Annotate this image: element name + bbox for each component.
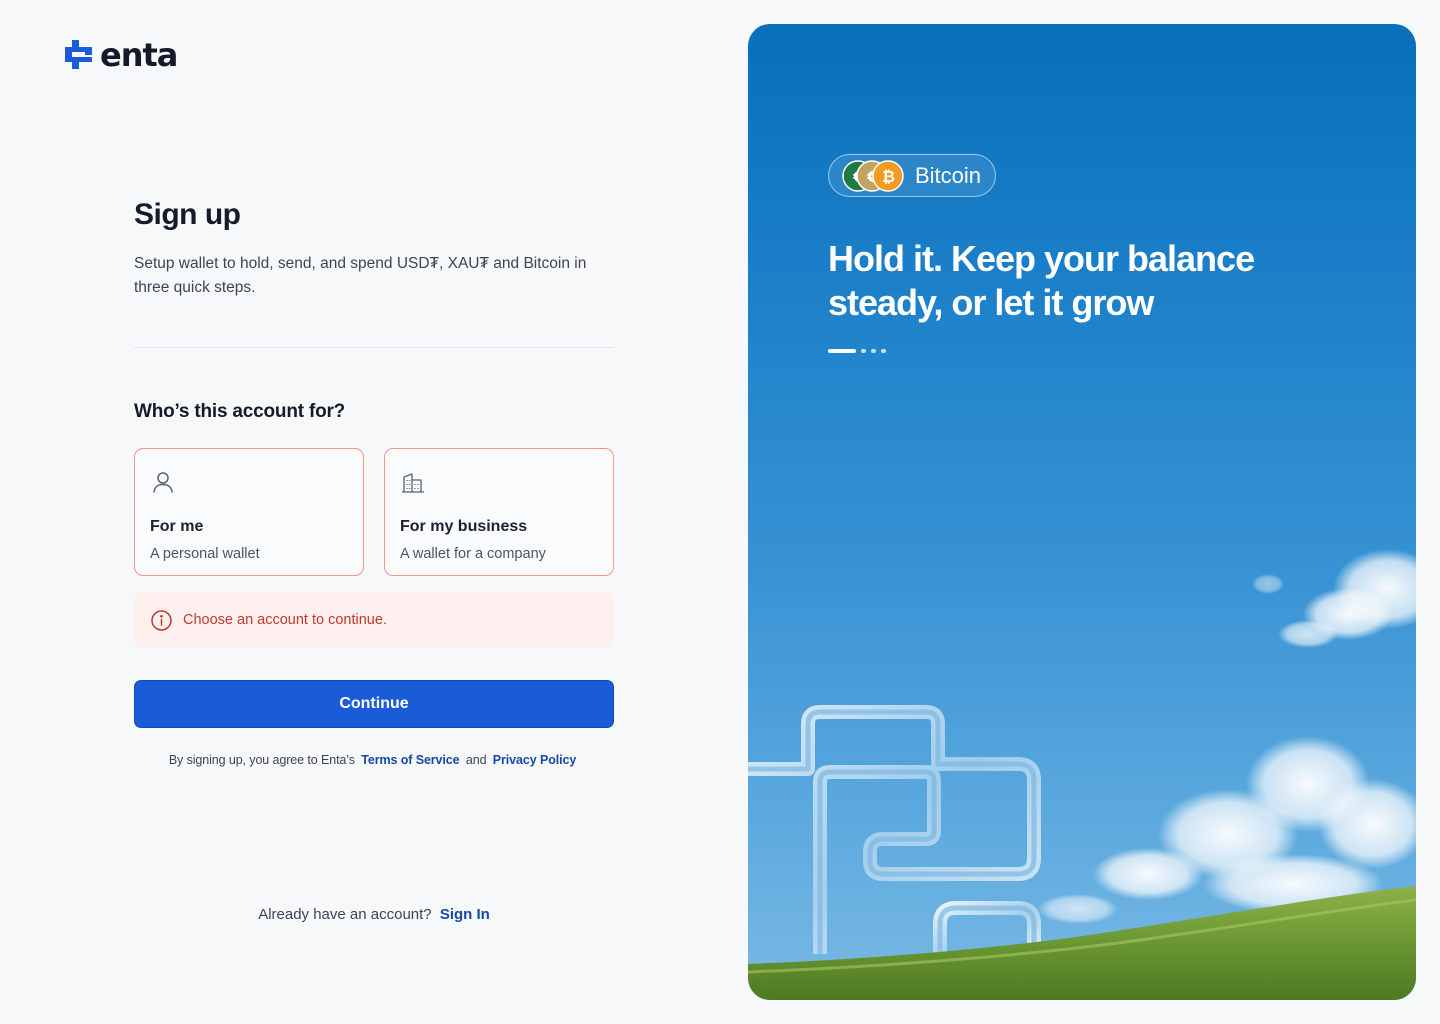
enta-logo-icon — [65, 40, 92, 69]
legal-prefix: By signing up, you agree to Enta’s — [168, 753, 355, 767]
option-description: A personal wallet — [150, 546, 260, 562]
coin-stack-icon: € € ₿ — [842, 159, 904, 192]
brand-logo[interactable]: enta — [63, 35, 178, 74]
privacy-policy-link[interactable]: Privacy Policy — [493, 753, 576, 767]
option-description: A wallet for a company — [400, 546, 546, 562]
cloud-top — [1252, 549, 1416, 648]
carousel-dot[interactable] — [881, 349, 886, 353]
option-business[interactable]: For my business A wallet for a company — [384, 448, 614, 576]
continue-button[interactable]: Continue — [134, 680, 614, 728]
asset-pill: € € ₿ Bitcoin — [828, 154, 997, 197]
building-icon — [402, 473, 424, 493]
hero-headline: Hold it. Keep your balance steady, or le… — [828, 238, 1255, 323]
carousel-dot[interactable] — [871, 349, 876, 353]
signup-form: Sign up Setup wallet to hold, send, and … — [134, 196, 614, 767]
option-personal[interactable]: For me A personal wallet — [134, 448, 364, 576]
divider — [134, 347, 614, 348]
info-circle-icon — [151, 609, 172, 631]
page-subtitle: Setup wallet to hold, send, and spend US… — [134, 255, 587, 296]
carousel-dot-active[interactable] — [828, 349, 856, 353]
account-type-options: For me A personal wallet For my business… — [134, 448, 614, 576]
account-type-question: Who’s this account for? — [134, 401, 346, 422]
legal-text: By signing up, you agree to Enta’s Terms… — [134, 753, 614, 767]
error-alert: Choose an account to continue. — [134, 592, 614, 648]
legal-and: and — [465, 753, 487, 767]
carousel-dot[interactable] — [861, 349, 866, 353]
signin-prompt: Already have an account? Sign In — [134, 906, 614, 923]
hero-panel: € € ₿ Bitcoin Hold it. Keep your balance… — [748, 24, 1416, 1000]
error-message: Choose an account to continue. — [183, 612, 387, 628]
glass-logo-sculpture — [748, 705, 1041, 954]
sign-in-link[interactable]: Sign In — [440, 906, 490, 923]
asset-label: Bitcoin — [915, 162, 982, 188]
user-icon — [153, 472, 173, 493]
option-title: For me — [150, 518, 204, 535]
signin-text: Already have an account? — [258, 906, 432, 923]
brand-name: enta — [100, 35, 178, 74]
page-title: Sign up — [134, 198, 241, 231]
svg-text:₿: ₿ — [882, 167, 895, 186]
option-title: For my business — [400, 518, 528, 535]
terms-of-service-link[interactable]: Terms of Service — [361, 753, 459, 767]
carousel-indicator — [828, 349, 886, 353]
